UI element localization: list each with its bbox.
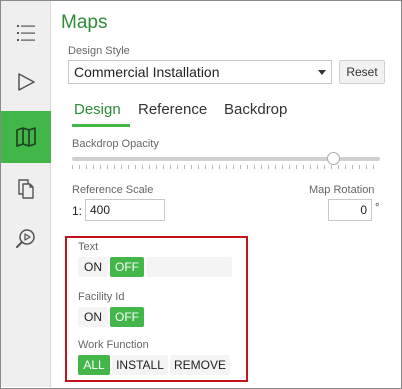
- tab-backdrop[interactable]: Backdrop: [224, 101, 287, 118]
- work-function-all-button[interactable]: ALL: [78, 355, 110, 375]
- text-toggle: ON OFF: [78, 257, 232, 277]
- text-off-button[interactable]: OFF: [110, 257, 144, 277]
- nav-layers-button[interactable]: [1, 9, 51, 57]
- map-rotation-label: Map Rotation: [309, 184, 375, 196]
- search-play-icon: [16, 229, 35, 248]
- reference-scale-prefix: 1:: [72, 204, 83, 218]
- work-function-label: Work Function: [78, 339, 149, 351]
- work-function-remove-button[interactable]: REMOVE: [170, 355, 230, 375]
- chevron-down-icon: [318, 70, 326, 75]
- page-title: Maps: [61, 12, 108, 33]
- facility-id-toggle: ON OFF: [78, 307, 144, 327]
- nav-inspect-button[interactable]: [1, 215, 51, 263]
- map-icon: [16, 127, 36, 147]
- reference-scale-input[interactable]: 400: [85, 199, 165, 221]
- tab-design[interactable]: Design: [74, 101, 121, 118]
- design-style-value: Commercial Installation: [74, 64, 220, 80]
- text-toggle-label: Text: [78, 241, 99, 253]
- nav-documents-button[interactable]: [1, 165, 51, 213]
- text-on-button[interactable]: ON: [78, 257, 108, 277]
- nav-maps-button[interactable]: [1, 111, 51, 163]
- design-style-select[interactable]: Commercial Installation: [68, 60, 332, 84]
- work-function-install-button[interactable]: INSTALL: [112, 355, 168, 375]
- facility-id-on-button[interactable]: ON: [78, 307, 108, 327]
- map-rotation-input[interactable]: 0: [328, 199, 372, 221]
- reference-scale-label: Reference Scale: [72, 184, 154, 196]
- documents-icon: [18, 179, 34, 199]
- slider-ticks: [72, 165, 380, 169]
- list-icon: [17, 25, 35, 41]
- play-triangle-icon: [18, 73, 35, 91]
- facility-id-label: Facility Id: [78, 291, 125, 303]
- tab-reference[interactable]: Reference: [138, 101, 207, 118]
- active-tab-indicator: [72, 124, 130, 127]
- facility-id-off-button[interactable]: OFF: [110, 307, 144, 327]
- design-style-label: Design Style: [68, 45, 130, 57]
- backdrop-opacity-label: Backdrop Opacity: [72, 138, 159, 150]
- nav-run-button[interactable]: [1, 58, 51, 106]
- work-function-toggle: ALL INSTALL REMOVE: [78, 355, 230, 375]
- degree-unit: °: [375, 202, 380, 214]
- text-toggle-spacer: [146, 257, 232, 277]
- nav-rail: [1, 1, 51, 387]
- reset-button[interactable]: Reset: [339, 60, 385, 84]
